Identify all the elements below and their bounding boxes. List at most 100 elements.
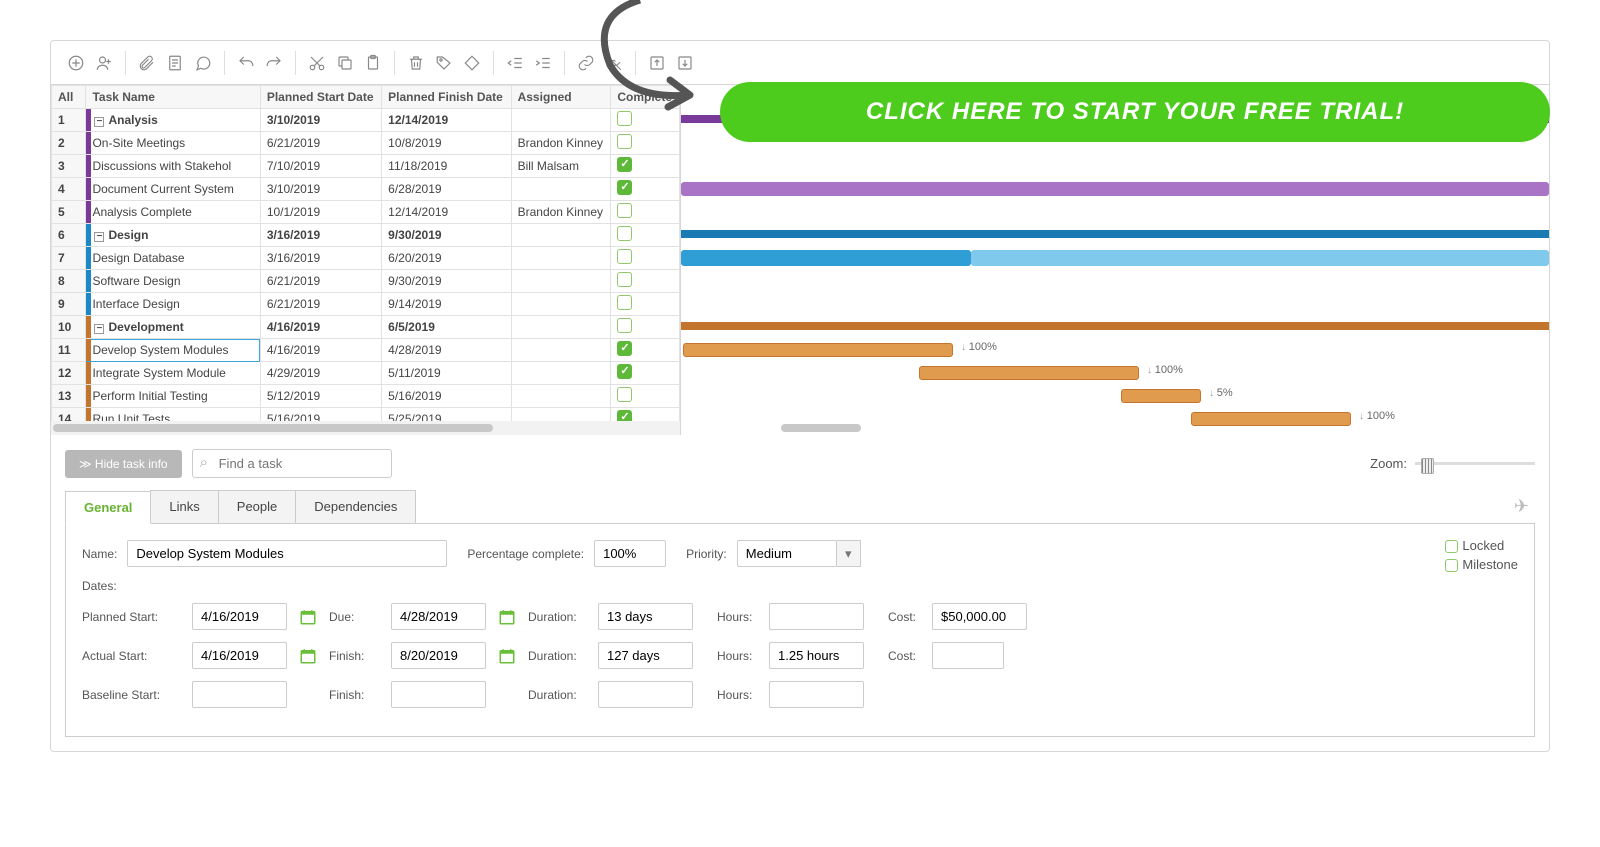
hide-task-info-button[interactable]: ≫ Hide task info <box>65 450 182 478</box>
calendar-icon[interactable] <box>496 604 518 630</box>
task-name-cell[interactable]: Interface Design <box>86 293 260 316</box>
task-name-input[interactable] <box>127 540 447 567</box>
assigned-cell[interactable] <box>511 178 611 201</box>
outdent-icon[interactable] <box>502 50 528 76</box>
tab-general[interactable]: General <box>65 491 151 524</box>
complete-checkbox[interactable] <box>617 226 632 241</box>
assigned-cell[interactable] <box>511 270 611 293</box>
planned-finish-cell[interactable]: 12/14/2019 <box>382 109 511 132</box>
task-name-cell[interactable]: Document Current System <box>86 178 260 201</box>
planned-finish-cell[interactable]: 6/5/2019 <box>382 316 511 339</box>
cost2-input[interactable] <box>932 642 1004 669</box>
table-row[interactable]: 11Develop System Modules4/16/20194/28/20… <box>52 339 680 362</box>
gantt-bar-design-db-done[interactable] <box>681 250 971 266</box>
table-row[interactable]: 9Interface Design6/21/20199/14/2019 <box>52 293 680 316</box>
complete-cell[interactable] <box>611 201 680 224</box>
duration2-input[interactable] <box>598 642 693 669</box>
table-row[interactable]: 10−Development4/16/20196/5/2019 <box>52 316 680 339</box>
hours3-input[interactable] <box>769 681 864 708</box>
planned-finish-cell[interactable]: 9/14/2019 <box>382 293 511 316</box>
tag-icon[interactable] <box>431 50 457 76</box>
calendar-icon[interactable] <box>297 604 319 630</box>
attach-icon[interactable] <box>134 50 160 76</box>
complete-cell[interactable] <box>611 362 680 385</box>
baseline-start-input[interactable] <box>192 681 287 708</box>
planned-start-cell[interactable]: 5/12/2019 <box>260 385 381 408</box>
gantt-bar-initial-testing[interactable] <box>1121 389 1201 403</box>
planned-start-cell[interactable]: 6/21/2019 <box>260 293 381 316</box>
tab-dependencies[interactable]: Dependencies <box>295 490 416 523</box>
collapse-icon[interactable]: − <box>94 117 104 127</box>
task-name-cell[interactable]: −Design <box>86 224 260 247</box>
diamond-icon[interactable] <box>459 50 485 76</box>
planned-start-cell[interactable]: 4/16/2019 <box>260 316 381 339</box>
comment-icon[interactable] <box>190 50 216 76</box>
copy-icon[interactable] <box>332 50 358 76</box>
send-icon[interactable]: ✈ <box>1508 490 1535 523</box>
undo-icon[interactable] <box>233 50 259 76</box>
hours2-input[interactable] <box>769 642 864 669</box>
assigned-cell[interactable]: Brandon Kinney <box>511 132 611 155</box>
redo-icon[interactable] <box>261 50 287 76</box>
task-grid[interactable]: All Task Name Planned Start Date Planned… <box>51 85 681 435</box>
paste-icon[interactable] <box>360 50 386 76</box>
task-name-cell[interactable]: Discussions with Stakehol <box>86 155 260 178</box>
planned-start-cell[interactable]: 4/29/2019 <box>260 362 381 385</box>
add-icon[interactable] <box>63 50 89 76</box>
assigned-cell[interactable] <box>511 362 611 385</box>
task-name-cell[interactable]: Software Design <box>86 270 260 293</box>
due-input[interactable] <box>391 603 486 630</box>
pct-complete-input[interactable] <box>594 540 666 567</box>
gantt-bar-design-db-rest[interactable] <box>971 250 1549 266</box>
planned-finish-cell[interactable]: 11/18/2019 <box>382 155 511 178</box>
gantt-bar-integrate[interactable] <box>919 366 1139 380</box>
complete-checkbox[interactable] <box>617 272 632 287</box>
find-task-input[interactable] <box>192 449 392 478</box>
planned-start-cell[interactable]: 3/16/2019 <box>260 224 381 247</box>
assigned-cell[interactable] <box>511 247 611 270</box>
task-name-cell[interactable]: −Development <box>86 316 260 339</box>
tab-links[interactable]: Links <box>150 490 218 523</box>
table-row[interactable]: 8Software Design6/21/20199/30/2019 <box>52 270 680 293</box>
gantt-bar-development[interactable] <box>681 322 1549 330</box>
table-row[interactable]: 7Design Database3/16/20196/20/2019 <box>52 247 680 270</box>
task-name-cell[interactable]: Analysis Complete <box>86 201 260 224</box>
gantt-horizontal-scrollbar[interactable] <box>681 421 1549 435</box>
free-trial-cta[interactable]: CLICK HERE TO START YOUR FREE TRIAL! <box>720 82 1550 142</box>
complete-cell[interactable] <box>611 155 680 178</box>
table-row[interactable]: 2On-Site Meetings6/21/201910/8/2019Brand… <box>52 132 680 155</box>
assigned-cell[interactable] <box>511 224 611 247</box>
locked-checkbox[interactable] <box>1445 540 1458 553</box>
planned-finish-cell[interactable]: 10/8/2019 <box>382 132 511 155</box>
table-row[interactable]: 3Discussions with Stakehol7/10/201911/18… <box>52 155 680 178</box>
col-planned-start[interactable]: Planned Start Date <box>260 86 381 109</box>
complete-checkbox[interactable] <box>617 203 632 218</box>
planned-finish-cell[interactable]: 4/28/2019 <box>382 339 511 362</box>
complete-cell[interactable] <box>611 247 680 270</box>
collapse-icon[interactable]: − <box>94 324 104 334</box>
add-person-icon[interactable] <box>91 50 117 76</box>
planned-finish-cell[interactable]: 5/11/2019 <box>382 362 511 385</box>
col-task[interactable]: Task Name <box>86 86 260 109</box>
planned-finish-cell[interactable]: 6/20/2019 <box>382 247 511 270</box>
collapse-icon[interactable]: − <box>94 232 104 242</box>
note-icon[interactable] <box>162 50 188 76</box>
grid-horizontal-scrollbar[interactable] <box>51 421 680 435</box>
planned-start-cell[interactable]: 10/1/2019 <box>260 201 381 224</box>
planned-start-cell[interactable]: 7/10/2019 <box>260 155 381 178</box>
hours1-input[interactable] <box>769 603 864 630</box>
duration1-input[interactable] <box>598 603 693 630</box>
finish-input[interactable] <box>391 642 486 669</box>
gantt-bar-dev-modules[interactable] <box>683 343 953 357</box>
complete-cell[interactable] <box>611 270 680 293</box>
planned-finish-cell[interactable]: 12/14/2019 <box>382 201 511 224</box>
complete-checkbox[interactable] <box>617 295 632 310</box>
gantt-bar-design[interactable] <box>681 230 1549 238</box>
planned-start-cell[interactable]: 3/10/2019 <box>260 109 381 132</box>
assigned-cell[interactable]: Brandon Kinney <box>511 201 611 224</box>
assigned-cell[interactable] <box>511 293 611 316</box>
table-row[interactable]: 12Integrate System Module4/29/20195/11/2… <box>52 362 680 385</box>
complete-checkbox[interactable] <box>617 157 632 172</box>
complete-cell[interactable] <box>611 224 680 247</box>
assigned-cell[interactable]: Bill Malsam <box>511 155 611 178</box>
